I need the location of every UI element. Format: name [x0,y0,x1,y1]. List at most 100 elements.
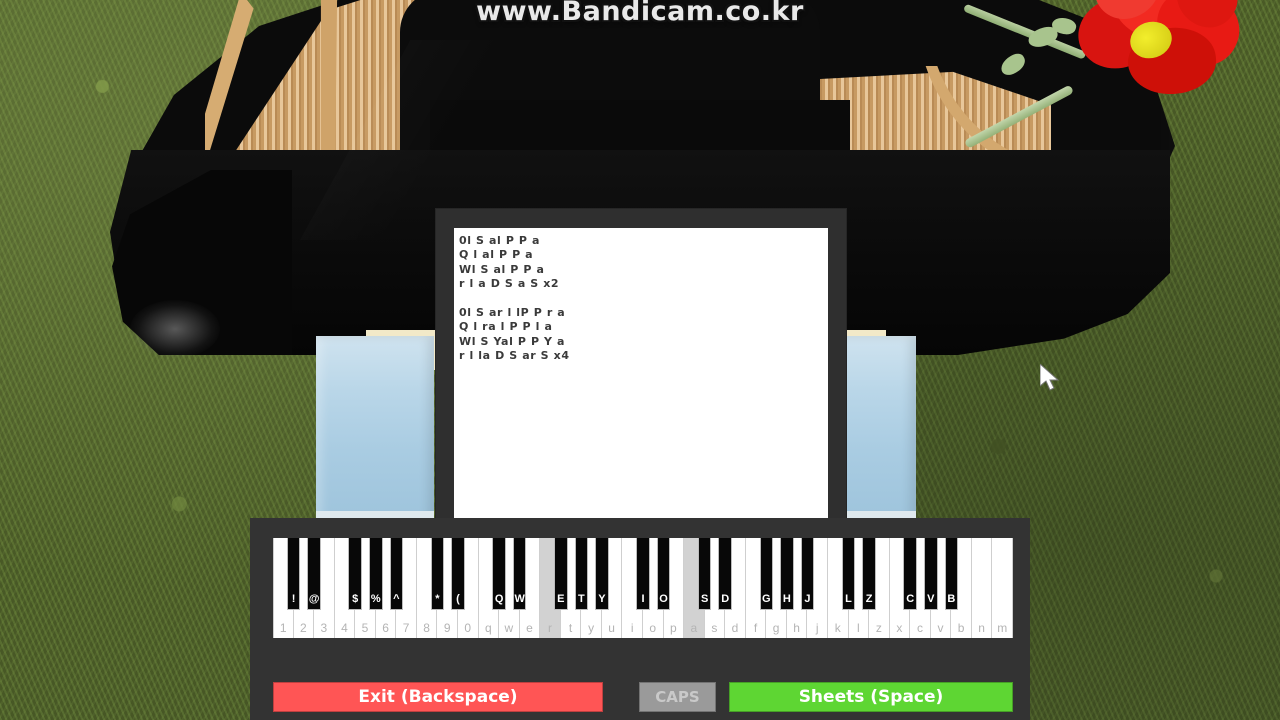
sheet-line: Q l ra l P P l a [459,320,553,334]
piano-black-key-Y[interactable]: Y [595,538,609,610]
piano-white-key-m[interactable]: m [992,538,1013,638]
key-label: 8 [423,621,430,635]
key-label: j [815,621,819,635]
key-label: Z [865,593,873,605]
key-label: 1 [279,621,287,635]
key-label: B [947,593,956,605]
key-label: D [721,593,730,605]
piano-black-key-![interactable]: ! [286,538,301,610]
key-label: $ [352,593,359,605]
piano-black-key-O[interactable]: O [656,538,671,610]
piano-black-key-D[interactable]: D [718,538,732,610]
key-label: ! [291,593,296,605]
key-label: 6 [382,621,389,635]
key-label: k [834,621,841,635]
virtual-keyboard[interactable]: 1 2 3 4 5 6 7 8 9 0 q w e r t y u i o p a s d f g h j k l z x c v b n m! @ $%… [273,538,1013,638]
piano-black-key-E[interactable]: E [553,538,568,610]
key-label: 0 [464,621,472,635]
piano-black-key-Z[interactable]: Z [862,538,876,610]
key-label: v [937,621,944,635]
key-label: c [916,621,923,635]
key-label: q [484,621,492,635]
key-label: i [630,621,634,635]
key-label: S [700,593,709,605]
key-label: 5 [361,621,369,635]
key-label: a [690,621,698,635]
piano-ui-panel: 1 2 3 4 5 6 7 8 9 0 q w e r t y u i o p a s d f g h j k l z x c v b n m! @ $%… [250,518,1030,720]
key-label: * [435,593,440,605]
piano-black-key-T[interactable]: T [574,538,589,610]
key-label: I [641,593,645,605]
key-label: t [568,621,573,635]
key-label: d [731,621,739,635]
caps-button[interactable]: CAPS [639,682,716,712]
key-label: b [957,621,965,635]
piano-black-key-%[interactable]: % [368,538,383,610]
sheet-music-lines: 0l S al P P aQ l al P P a Wl S al P P ar … [454,228,828,364]
sheet-line: 0l S al P P a [459,234,541,247]
key-label: u [608,621,615,635]
key-label: @ [308,593,320,605]
piano-black-key-G[interactable]: G [759,538,774,610]
key-label: W [514,593,525,605]
key-label: 7 [402,621,410,635]
key-label: l [856,621,860,635]
piano-black-key-L[interactable]: L [841,538,856,610]
key-label: h [793,621,800,635]
sheet-line [457,292,828,306]
piano-black-key-C[interactable]: C [903,538,917,610]
sheet-line: 0l S ar l lP P r a [459,306,566,320]
exit-button[interactable]: Exit (Backspace) [273,682,603,712]
key-label: H [782,593,791,605]
piano-black-key-J[interactable]: J [800,538,815,610]
key-label: o [649,621,657,635]
sheet-line: Wl S al P P a [459,262,545,276]
key-label: x [896,621,903,635]
piano-black-key-([interactable]: ( [451,538,465,610]
key-label: 4 [341,621,348,635]
key-label: p [669,621,677,635]
sheet-line: Wl S Yal P P Y a [459,334,566,348]
sheets-button[interactable]: Sheets (Space) [729,682,1013,712]
key-label: w [504,621,514,635]
piano-black-key-$[interactable]: $ [348,538,362,610]
key-label: m [997,621,1008,635]
key-label: L [845,593,852,605]
key-label: Q [494,593,504,605]
key-label: 9 [443,621,451,635]
key-label: E [557,593,565,605]
piano-black-key-@[interactable]: @ [307,538,321,610]
piano-black-key-S[interactable]: S [697,538,712,610]
key-label: f [753,621,758,635]
key-label: Y [598,593,606,605]
piano-black-key-Q[interactable]: Q [492,538,506,610]
piano-white-key-n[interactable]: n [971,538,993,638]
key-label: V [927,593,935,605]
key-label: s [711,621,718,635]
sheet-line: r l a D S a S x2 [459,277,560,291]
piano-black-key-V[interactable]: V [923,538,938,610]
sheet-line: r l la D S ar S x4 [459,349,570,363]
key-label: r [547,621,552,635]
key-label: 2 [299,621,307,635]
piano-black-key-^[interactable]: ^ [389,538,404,610]
key-label: G [762,593,771,605]
piano-black-key-I[interactable]: I [636,538,650,610]
key-label: n [978,621,985,635]
rose-flower [1068,0,1252,122]
key-label: ^ [393,593,400,605]
key-label: g [772,621,780,635]
sheet-line: Q l al P P a [459,248,534,262]
piano-black-key-*[interactable]: * [430,538,445,610]
key-label: e [526,621,533,635]
game-viewport: www.Bandicam.co.kr 0l S al P P aQ l al P… [0,0,1280,720]
key-label: y [588,621,595,635]
piano-black-key-B[interactable]: B [944,538,959,610]
key-label: J [804,593,811,605]
piano-black-key-W[interactable]: W [512,538,527,610]
piano-black-key-H[interactable]: H [780,538,794,610]
key-label: 3 [320,621,328,635]
piano-highlight [130,300,220,358]
key-label: ( [456,593,460,605]
key-label: z [875,621,882,635]
